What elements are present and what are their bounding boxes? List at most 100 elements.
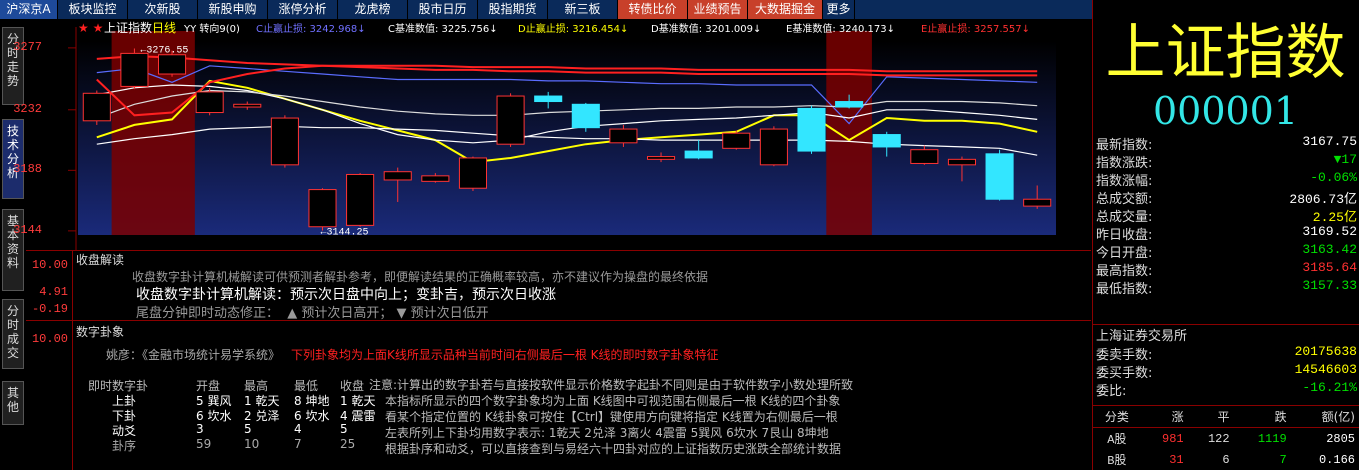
quote-label: 总成交量:	[1096, 210, 1153, 225]
hexagram-cell: 10	[244, 437, 260, 451]
tab-5[interactable]: 龙虎榜	[338, 0, 408, 19]
table-cell: 2805	[1326, 431, 1355, 446]
quote-value: 3167.75	[1302, 134, 1357, 149]
index-name: 上证指数	[1105, 18, 1346, 88]
side-tab-1[interactable]: 技术分析	[2, 119, 24, 199]
side-tab-3[interactable]: 分时成交	[2, 299, 24, 369]
quote-row: 昨日收盘: 3169.52	[1092, 224, 1359, 243]
candle-body	[947, 158, 977, 166]
quote-row: 总成交额: 2806.73亿	[1092, 188, 1359, 207]
hexagram-cell: 卦序	[112, 439, 137, 453]
candle-body	[195, 91, 224, 114]
candle-body	[609, 128, 638, 144]
quote-value: 3163.42	[1302, 242, 1357, 257]
tab-10[interactable]: 业绩预告	[688, 0, 748, 19]
quote-row: 委买手数: 14546603	[1092, 362, 1359, 381]
kline-chart[interactable]: ←3276.55 ←3144.25 ★ ★ 上证指数日线 YY 转向9(0) C止赢止损:…	[26, 19, 1091, 250]
candle-body	[383, 171, 412, 181]
tab-3[interactable]: 新股申购	[198, 0, 268, 19]
candle-body	[421, 175, 450, 182]
hexagram-cell: 4	[294, 422, 302, 436]
axis-tick: -0.19	[31, 302, 68, 316]
quote-value: 2.25亿	[1312, 210, 1357, 225]
axis-tick: 3277	[13, 39, 42, 54]
tail-adjust-text: 尾盘分钟即时动态修正： ▲ 预计次日高开； ▼ 预计次日低开	[136, 306, 489, 321]
candle-body	[684, 150, 713, 159]
axis-tick: 10.00	[31, 332, 68, 346]
market-breadth-table: 分类涨平跌额(亿) A股 981 122 1119 2805 B股 31 6 7 0.166	[1092, 406, 1359, 470]
quote-row: 今日开盘: 3163.42	[1092, 242, 1359, 261]
note-line: 注意:计算出的数字卦若与直接按软件显示价格数字起卦不同则是由于软件数字小数处理所…	[369, 378, 854, 392]
quote-row: 委卖手数: 20175638	[1092, 344, 1359, 363]
candle-body	[458, 157, 488, 189]
indicator-readout: C基准数值: 3225.756↓	[388, 22, 498, 35]
side-tab-0[interactable]: 分时走势	[2, 27, 24, 105]
table-cell: B股	[1107, 454, 1127, 468]
notes-block: 注意:计算出的数字卦若与直接按软件显示价格数字起卦不同则是由于软件数字小数处理所…	[369, 377, 853, 457]
side-tab-4[interactable]: 其他	[2, 381, 24, 425]
index-code: 000001	[1152, 89, 1299, 133]
candle-body	[157, 54, 187, 75]
candle-body	[120, 52, 149, 87]
candle-body	[1023, 198, 1052, 207]
quote-row: 最低指数: 3157.33	[1092, 278, 1359, 297]
signal-highlight	[826, 31, 872, 235]
side-tab-2[interactable]: 基本资料	[2, 209, 24, 291]
note-line: 本指标所显示的四个数字卦象均为上面 K线图中可视范围右侧最后一根 K线的四个卦象	[385, 394, 841, 408]
indicator-readout: C止赢止损: 3242.968↓	[256, 22, 366, 35]
table-cell: 981	[1162, 431, 1184, 446]
quote-row: 最新指数: 3167.75	[1092, 134, 1359, 153]
candle-body	[722, 132, 751, 149]
tab-12[interactable]: 更多	[823, 0, 855, 19]
tab-4[interactable]: 涨停分析	[268, 0, 338, 19]
quote-value: 14546603	[1294, 362, 1357, 377]
tab-6[interactable]: 股市日历	[408, 0, 478, 19]
table-cell: 7	[1279, 452, 1287, 467]
red-note: 下列卦象均为上面K线所显示品种当前时间右侧最后一根 K线的即时数字卦象特征	[291, 348, 719, 362]
tab-0[interactable]: 沪深京A	[0, 0, 58, 19]
candle-body	[496, 95, 525, 145]
axis-tick: 3144	[13, 222, 42, 237]
table-header: 跌	[1233, 406, 1291, 428]
tab-7[interactable]: 股指期货	[478, 0, 548, 19]
quote-value: 3157.33	[1302, 278, 1357, 293]
side-tab-bar: 分时走势技术分析基本资料分时成交其他	[0, 19, 26, 470]
quote-value: -0.06%	[1310, 170, 1357, 185]
star-icon: ★ ★	[78, 21, 103, 35]
quote-label: 最新指数:	[1096, 138, 1153, 153]
quote-row: 最高指数: 3185.64	[1092, 260, 1359, 279]
kline-panel: ←3276.55 ←3144.25 ★ ★ 上证指数日线 YY 转向9(0) C止赢止损:…	[26, 19, 1091, 250]
quote-row: 指数涨跌: ▼17	[1092, 152, 1359, 171]
candle-body	[872, 134, 901, 148]
note-line: 看某个指定位置的 K线卦象可按住【Ctrl】键使用方向键将指定 K线置为右侧最后…	[385, 410, 838, 424]
quote-label: 委买手数:	[1096, 366, 1153, 381]
note-line: 左表所列上下卦均用数字表示: 1乾天 2兑泽 3离火 4震雷 5巽风 6坎水 7…	[385, 426, 829, 440]
indicator-readout: E止赢止损: 3257.557↓	[921, 22, 1030, 35]
low-label: ←3144.25	[321, 228, 369, 239]
quote-value: 20175638	[1294, 344, 1357, 359]
exchange-label: 上海证券交易所	[1092, 324, 1359, 344]
candle-body	[797, 107, 826, 152]
quote-value: -16.21%	[1302, 380, 1357, 395]
axis-tick: 10.00	[31, 258, 68, 272]
quote-label: 今日开盘:	[1096, 246, 1153, 261]
candle-body	[82, 92, 111, 122]
tab-11[interactable]: 大数据掘金	[748, 0, 823, 19]
table-header: 额(亿)	[1290, 406, 1359, 428]
candle-body	[985, 153, 1014, 200]
tab-9[interactable]: 转债比价	[618, 0, 688, 19]
quote-value: 2806.73亿	[1289, 192, 1357, 207]
candle-body	[646, 156, 676, 160]
tab-8[interactable]: 新三板	[548, 0, 618, 19]
hexagram-cell: 7	[294, 437, 302, 451]
tab-1[interactable]: 板块监控	[58, 0, 128, 19]
interpretation-text: 收盘数字卦计算机解读：预示次日盘中向上；变卦吉，预示次日收涨	[136, 287, 556, 303]
table-cell: 122	[1207, 431, 1230, 446]
candle-body	[308, 189, 337, 228]
candle-body	[270, 117, 299, 166]
hexagram-cell: 5	[340, 422, 348, 436]
chart-extra: YY 转向9(0)	[183, 22, 240, 35]
tab-2[interactable]: 次新股	[128, 0, 198, 19]
quote-row: 总成交量: 2.25亿	[1092, 206, 1359, 225]
indicator-readout: E基准数值: 3240.173↓	[786, 22, 895, 35]
